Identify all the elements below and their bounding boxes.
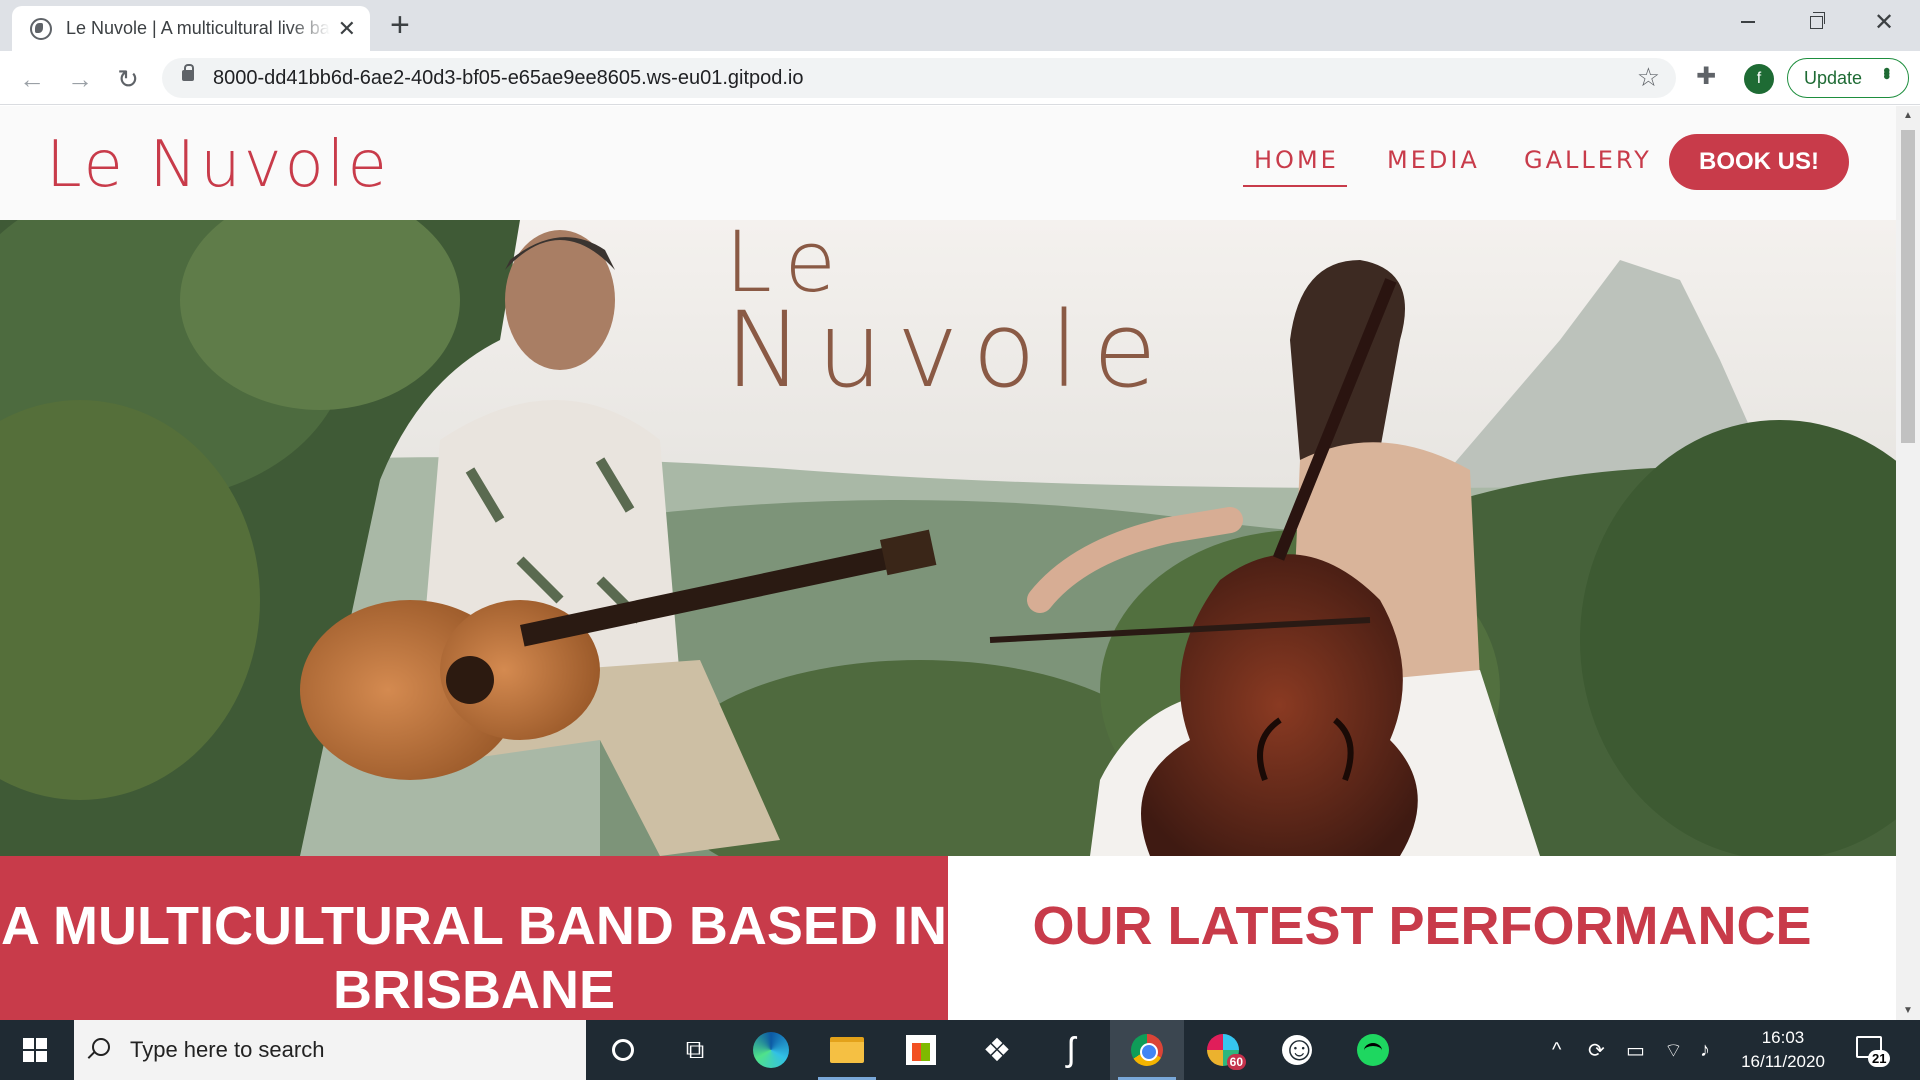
forward-button[interactable]: → bbox=[62, 61, 98, 97]
clock-time: 16:03 bbox=[1761, 1028, 1805, 1047]
new-tab-button[interactable]: + bbox=[390, 8, 410, 42]
store-button[interactable] bbox=[884, 1020, 958, 1080]
chrome-icon bbox=[1131, 1034, 1163, 1066]
browser-tab[interactable]: Le Nuvole | A multicultural live band ✕ bbox=[12, 6, 370, 51]
search-placeholder: Type here to search bbox=[130, 1037, 325, 1062]
update-button[interactable]: Update ••• bbox=[1787, 58, 1909, 98]
tray-chevron-icon[interactable]: ^ bbox=[1552, 1020, 1561, 1080]
hero-image: Le Nuvole bbox=[0, 220, 1896, 856]
dropbox-button[interactable]: ❖ bbox=[960, 1020, 1034, 1080]
nav-home[interactable]: HOME bbox=[1254, 146, 1339, 174]
cortana-icon bbox=[612, 1039, 634, 1061]
intro-heading: A MULTICULTURAL BAND BASED IN BRISBANE bbox=[1, 896, 947, 1020]
chrome-taskbar-button[interactable] bbox=[1110, 1020, 1184, 1080]
spotify-icon bbox=[1357, 1034, 1389, 1066]
windows-logo-icon bbox=[23, 1038, 47, 1062]
page-viewport: Le Nuvole HOME MEDIA GALLERY BOOK US! Le… bbox=[0, 106, 1896, 1020]
scrivener-icon: ʃ bbox=[1067, 1030, 1075, 1069]
nav-gallery[interactable]: GALLERY bbox=[1524, 146, 1652, 174]
tab-title: Le Nuvole | A multicultural live band bbox=[66, 18, 330, 38]
edge-button[interactable] bbox=[734, 1020, 808, 1080]
bookmark-star-icon[interactable]: ☆ bbox=[1637, 62, 1660, 93]
tab-close-icon[interactable]: ✕ bbox=[338, 17, 356, 40]
update-label: Update bbox=[1804, 67, 1863, 88]
spotify-button[interactable] bbox=[1336, 1020, 1410, 1080]
scroll-up-icon[interactable]: ▲ bbox=[1903, 110, 1913, 121]
folder-icon bbox=[830, 1037, 864, 1063]
nav-active-underline bbox=[1243, 185, 1347, 187]
nav-media[interactable]: MEDIA bbox=[1387, 146, 1480, 174]
latest-performance-panel: OUR LATEST PERFORMANCE bbox=[948, 856, 1896, 1020]
globe-icon bbox=[30, 17, 52, 40]
profile-avatar[interactable]: f bbox=[1744, 64, 1774, 94]
close-window-button[interactable]: ✕ bbox=[1850, 0, 1918, 44]
search-icon bbox=[92, 1038, 110, 1056]
smiley-icon bbox=[1282, 1029, 1317, 1069]
minimize-icon bbox=[1741, 21, 1755, 23]
intro-panel: A MULTICULTURAL BAND BASED IN BRISBANE bbox=[0, 856, 948, 1020]
file-explorer-button[interactable] bbox=[810, 1020, 884, 1080]
cortana-button[interactable] bbox=[586, 1020, 660, 1080]
browser-toolbar: ← → ↻ 8000-dd41bb6d-6ae2-40d3-bf05-e65ae… bbox=[0, 51, 1920, 105]
close-icon: ✕ bbox=[1873, 8, 1895, 36]
restore-icon bbox=[1809, 11, 1825, 29]
url-text[interactable]: 8000-dd41bb6d-6ae2-40d3-bf05-e65ae9ee860… bbox=[213, 67, 804, 90]
task-view-button[interactable]: ⧉ bbox=[658, 1020, 732, 1080]
dropbox-icon: ❖ bbox=[982, 1032, 1012, 1068]
brand-logo[interactable]: Le Nuvole bbox=[46, 128, 390, 202]
page-scrollbar[interactable]: ▲ ▼ bbox=[1896, 106, 1920, 1020]
task-view-icon: ⧉ bbox=[685, 1034, 705, 1064]
wifi-icon[interactable]: ⌔ bbox=[1664, 1020, 1683, 1080]
slack-button[interactable]: 60 bbox=[1186, 1020, 1260, 1080]
scroll-down-icon[interactable]: ▼ bbox=[1903, 1005, 1913, 1016]
reload-button[interactable]: ↻ bbox=[110, 61, 146, 97]
scrivener-button[interactable]: ʃ bbox=[1034, 1020, 1108, 1080]
clock-date: 16/11/2020 bbox=[1741, 1052, 1825, 1071]
book-us-button[interactable]: BOOK US! bbox=[1669, 134, 1849, 190]
windows-taskbar: Type here to search ⧉ ❖ ʃ 60 ^ ⟳ ▭ ⌔ ♪ 1… bbox=[0, 1020, 1920, 1080]
store-icon bbox=[906, 1035, 936, 1065]
restore-button[interactable] bbox=[1782, 0, 1850, 44]
taskbar-clock[interactable]: 16:03 16/11/2020 bbox=[1732, 1026, 1834, 1074]
address-bar[interactable]: 8000-dd41bb6d-6ae2-40d3-bf05-e65ae9ee860… bbox=[162, 58, 1676, 98]
hero-logo-line2: Nuvole bbox=[725, 289, 1171, 411]
latest-performance-heading: OUR LATEST PERFORMANCE bbox=[1032, 896, 1812, 956]
back-button[interactable]: ← bbox=[14, 61, 50, 97]
slack-badge: 60 bbox=[1226, 1054, 1246, 1070]
tab-strip: Le Nuvole | A multicultural live band ✕ … bbox=[0, 0, 1920, 51]
notification-count: 21 bbox=[1868, 1050, 1891, 1067]
taskbar-search[interactable]: Type here to search bbox=[74, 1020, 586, 1080]
lock-icon[interactable] bbox=[182, 64, 194, 81]
menu-dots-icon: ••• bbox=[1875, 67, 1897, 77]
extensions-puzzle-icon[interactable]: ✚ bbox=[1696, 62, 1716, 91]
start-button[interactable] bbox=[0, 1020, 70, 1080]
site-header: Le Nuvole HOME MEDIA GALLERY BOOK US! bbox=[0, 106, 1896, 220]
emoji-app-button[interactable] bbox=[1260, 1020, 1334, 1080]
minimize-button[interactable] bbox=[1714, 0, 1782, 44]
volume-icon[interactable]: ♪ bbox=[1700, 1020, 1710, 1080]
battery-icon[interactable]: ▭ bbox=[1626, 1020, 1645, 1080]
scrollbar-thumb[interactable] bbox=[1901, 130, 1915, 443]
edge-icon bbox=[753, 1032, 789, 1068]
tray-sync-icon[interactable]: ⟳ bbox=[1588, 1020, 1605, 1080]
